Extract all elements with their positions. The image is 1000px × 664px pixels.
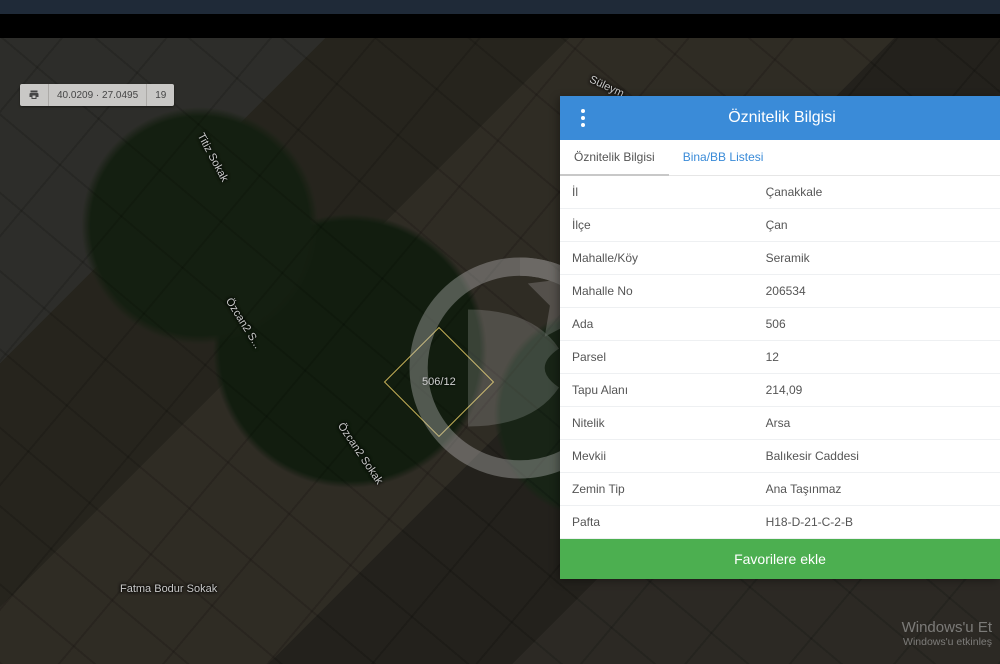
attribute-panel: Öznitelik Bilgisi Öznitelik Bilgisi Bina… <box>560 96 1000 579</box>
add-favorite-button[interactable]: Favorilere ekle <box>560 539 1000 579</box>
table-row: Parsel12 <box>560 341 1000 374</box>
table-row: Tapu Alanı214,09 <box>560 374 1000 407</box>
attr-key: Mevkii <box>560 440 754 473</box>
street-label-titiz: Titiz Sokak <box>195 131 231 184</box>
attr-key: İlçe <box>560 209 754 242</box>
print-button[interactable] <box>20 84 49 106</box>
table-row: Ada506 <box>560 308 1000 341</box>
attr-key: Pafta <box>560 506 754 539</box>
attr-key: Tapu Alanı <box>560 374 754 407</box>
attr-value: 214,09 <box>754 374 1000 407</box>
attr-value: Ana Taşınmaz <box>754 473 1000 506</box>
table-row: NitelikArsa <box>560 407 1000 440</box>
attr-key: Ada <box>560 308 754 341</box>
street-label-fatma: Fatma Bodur Sokak <box>120 583 217 595</box>
table-row: Zemin TipAna Taşınmaz <box>560 473 1000 506</box>
win-line1: Windows'u Et <box>902 619 992 636</box>
table-row: Mahalle/KöySeramik <box>560 242 1000 275</box>
parcel-label: 506/12 <box>422 376 456 388</box>
table-row: Mahalle No206534 <box>560 275 1000 308</box>
street-label-ozcan2: Özcan2 Sokak <box>335 421 385 487</box>
panel-title: Öznitelik Bilgisi <box>606 109 986 127</box>
kebab-menu-icon[interactable] <box>574 109 592 127</box>
panel-header: Öznitelik Bilgisi <box>560 96 1000 140</box>
attr-key: Zemin Tip <box>560 473 754 506</box>
attr-key: Parsel <box>560 341 754 374</box>
windows-activation-watermark: Windows'u Et Windows'u etkinleş <box>902 619 992 648</box>
panel-tabs: Öznitelik Bilgisi Bina/BB Listesi <box>560 140 1000 176</box>
black-bar <box>0 14 1000 38</box>
coords-readout: 40.0209 · 27.0495 <box>49 84 147 106</box>
table-row: İlçeÇan <box>560 209 1000 242</box>
attr-key: Mahalle No <box>560 275 754 308</box>
attr-key: Nitelik <box>560 407 754 440</box>
tab-bina-bb[interactable]: Bina/BB Listesi <box>669 140 778 175</box>
attr-key: İl <box>560 176 754 209</box>
attr-value: 12 <box>754 341 1000 374</box>
coords-toolbar: 40.0209 · 27.0495 19 <box>20 84 174 106</box>
top-bar <box>0 0 1000 14</box>
tab-attributes[interactable]: Öznitelik Bilgisi <box>560 140 669 176</box>
printer-icon <box>28 89 40 101</box>
attr-key: Mahalle/Köy <box>560 242 754 275</box>
win-line2: Windows'u etkinleş <box>902 636 992 648</box>
selected-parcel[interactable]: 506/12 <box>384 327 494 437</box>
attribute-table: İlÇanakkaleİlçeÇanMahalle/KöySeramikMaha… <box>560 176 1000 539</box>
attr-value: Seramik <box>754 242 1000 275</box>
attr-value: Balıkesir Caddesi <box>754 440 1000 473</box>
attr-value: Arsa <box>754 407 1000 440</box>
table-row: PaftaH18-D-21-C-2-B <box>560 506 1000 539</box>
table-row: MevkiiBalıkesir Caddesi <box>560 440 1000 473</box>
attr-value: Çan <box>754 209 1000 242</box>
attr-value: 506 <box>754 308 1000 341</box>
attr-value: H18-D-21-C-2-B <box>754 506 1000 539</box>
street-label-ozcan2s: Özcan2 S... <box>223 296 264 351</box>
attr-value: 206534 <box>754 275 1000 308</box>
zoom-readout: 19 <box>147 84 174 106</box>
table-row: İlÇanakkale <box>560 176 1000 209</box>
attr-value: Çanakkale <box>754 176 1000 209</box>
